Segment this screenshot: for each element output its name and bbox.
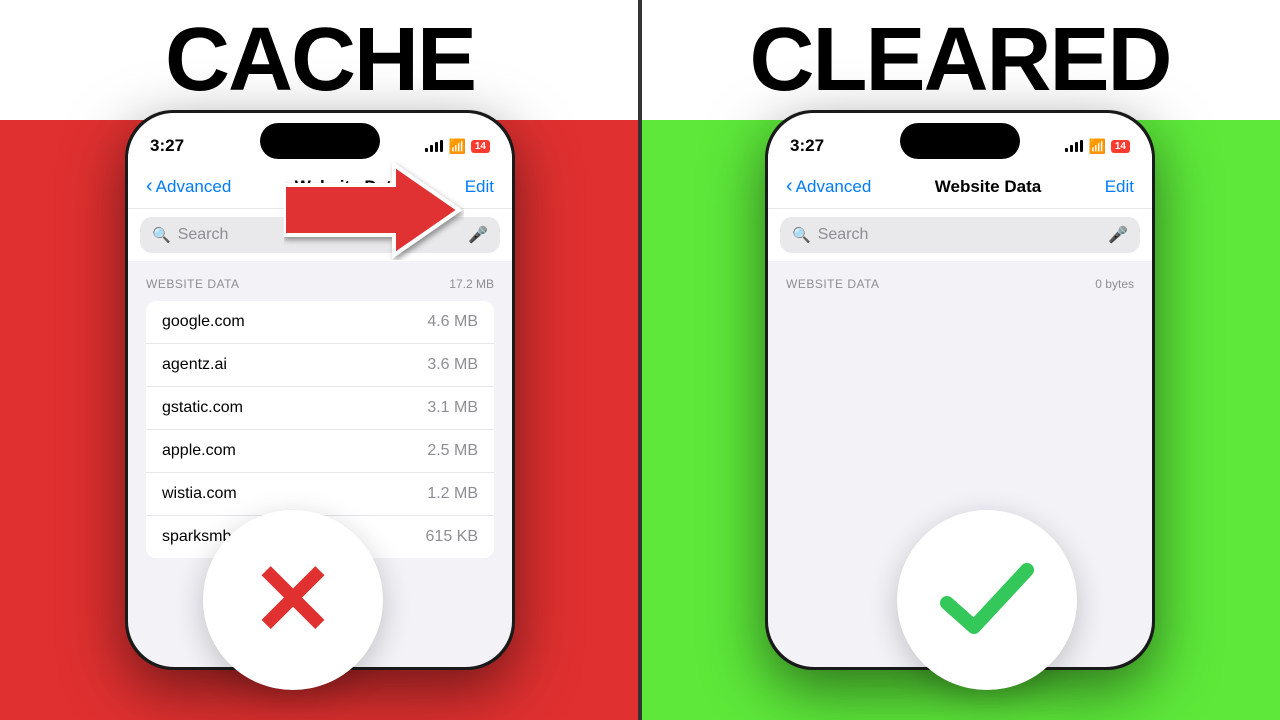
left-nav-bar: ‹ Advanced Website Data Edit: [128, 167, 512, 209]
right-section-total: 0 bytes: [1095, 277, 1134, 291]
left-signal: [425, 140, 443, 152]
left-chevron-icon: ‹: [146, 175, 153, 198]
right-website-data-section: WEBSITE DATA 0 bytes: [768, 261, 1152, 529]
domain-label: gstatic.com: [162, 399, 243, 417]
left-search-container: 🔍 Search 🎤: [128, 209, 512, 261]
size-label: 4.6 MB: [427, 313, 478, 331]
left-nav-title: Website Data: [295, 177, 401, 197]
checkmark-circle: [897, 510, 1077, 690]
right-panel: CLEARED 3:27 📶 14: [640, 0, 1280, 720]
size-label: 1.2 MB: [427, 485, 478, 503]
checkmark-icon: [932, 545, 1042, 655]
left-search-icon: 🔍: [152, 226, 171, 244]
signal-bar-3: [1075, 142, 1078, 152]
signal-bar-2: [1070, 145, 1073, 152]
right-title: CLEARED: [749, 9, 1170, 112]
domain-label: wistia.com: [162, 485, 237, 503]
right-wifi-icon: 📶: [1088, 138, 1105, 155]
left-search-placeholder: Search: [178, 226, 461, 244]
right-status-time: 3:27: [790, 136, 824, 156]
right-search-placeholder: Search: [818, 226, 1101, 244]
left-wifi-icon: 📶: [448, 138, 465, 155]
left-battery: 14: [471, 140, 490, 153]
size-label: 3.1 MB: [427, 399, 478, 417]
right-search-container: 🔍 Search 🎤: [768, 209, 1152, 261]
domain-label: agentz.ai: [162, 356, 227, 374]
domain-label: google.com: [162, 313, 245, 331]
right-back-label: Advanced: [796, 177, 872, 197]
table-row[interactable]: agentz.ai 3.6 MB: [146, 344, 494, 387]
left-status-icons: 📶 14: [425, 138, 490, 155]
left-search-bar[interactable]: 🔍 Search 🎤: [140, 217, 500, 253]
domain-label: apple.com: [162, 442, 236, 460]
right-edit-button[interactable]: Edit: [1105, 177, 1134, 197]
right-battery: 14: [1111, 140, 1130, 153]
size-label: 615 KB: [426, 528, 478, 546]
right-section-label: WEBSITE DATA: [786, 277, 880, 291]
panel-divider: [638, 0, 642, 720]
right-signal: [1065, 140, 1083, 152]
size-label: 2.5 MB: [427, 442, 478, 460]
table-row[interactable]: apple.com 2.5 MB: [146, 430, 494, 473]
right-empty-list: [786, 301, 1134, 521]
table-row[interactable]: google.com 4.6 MB: [146, 301, 494, 344]
signal-bar-3: [435, 142, 438, 152]
right-section-header: WEBSITE DATA 0 bytes: [786, 277, 1134, 291]
right-chevron-icon: ‹: [786, 175, 793, 198]
left-status-bar: 3:27 📶 14: [128, 113, 512, 167]
signal-bar-2: [430, 145, 433, 152]
right-nav-title: Website Data: [935, 177, 1041, 197]
right-dynamic-island: [900, 123, 1020, 159]
right-nav-row: ‹ Advanced Website Data Edit: [786, 175, 1134, 198]
xmark-circle: ✕: [203, 510, 383, 690]
left-nav-back[interactable]: ‹ Advanced: [146, 175, 231, 198]
right-nav-bar: ‹ Advanced Website Data Edit: [768, 167, 1152, 209]
table-row[interactable]: gstatic.com 3.1 MB: [146, 387, 494, 430]
right-search-bar[interactable]: 🔍 Search 🎤: [780, 217, 1140, 253]
left-status-time: 3:27: [150, 136, 184, 156]
left-title: CACHE: [165, 9, 475, 112]
right-title-bar: CLEARED: [640, 0, 1280, 120]
signal-bar-1: [425, 148, 428, 152]
xmark-icon: ✕: [251, 550, 335, 650]
right-status-icons: 📶 14: [1065, 138, 1130, 155]
right-status-bar: 3:27 📶 14: [768, 113, 1152, 167]
left-section-header: WEBSITE DATA 17.2 MB: [146, 277, 494, 291]
size-label: 3.6 MB: [427, 356, 478, 374]
signal-bar-4: [440, 140, 443, 152]
left-mic-icon: 🎤: [468, 225, 488, 245]
left-panel: CACHE 3:27 📶 14: [0, 0, 640, 720]
right-mic-icon: 🎤: [1108, 225, 1128, 245]
left-dynamic-island: [260, 123, 380, 159]
left-back-label: Advanced: [156, 177, 232, 197]
left-edit-button[interactable]: Edit: [465, 177, 494, 197]
right-nav-back[interactable]: ‹ Advanced: [786, 175, 871, 198]
left-section-total: 17.2 MB: [449, 277, 494, 291]
left-title-bar: CACHE: [0, 0, 640, 120]
left-nav-row: ‹ Advanced Website Data Edit: [146, 175, 494, 198]
left-section-label: WEBSITE DATA: [146, 277, 240, 291]
signal-bar-1: [1065, 148, 1068, 152]
table-row[interactable]: wistia.com 1.2 MB: [146, 473, 494, 516]
right-search-icon: 🔍: [792, 226, 811, 244]
signal-bar-4: [1080, 140, 1083, 152]
